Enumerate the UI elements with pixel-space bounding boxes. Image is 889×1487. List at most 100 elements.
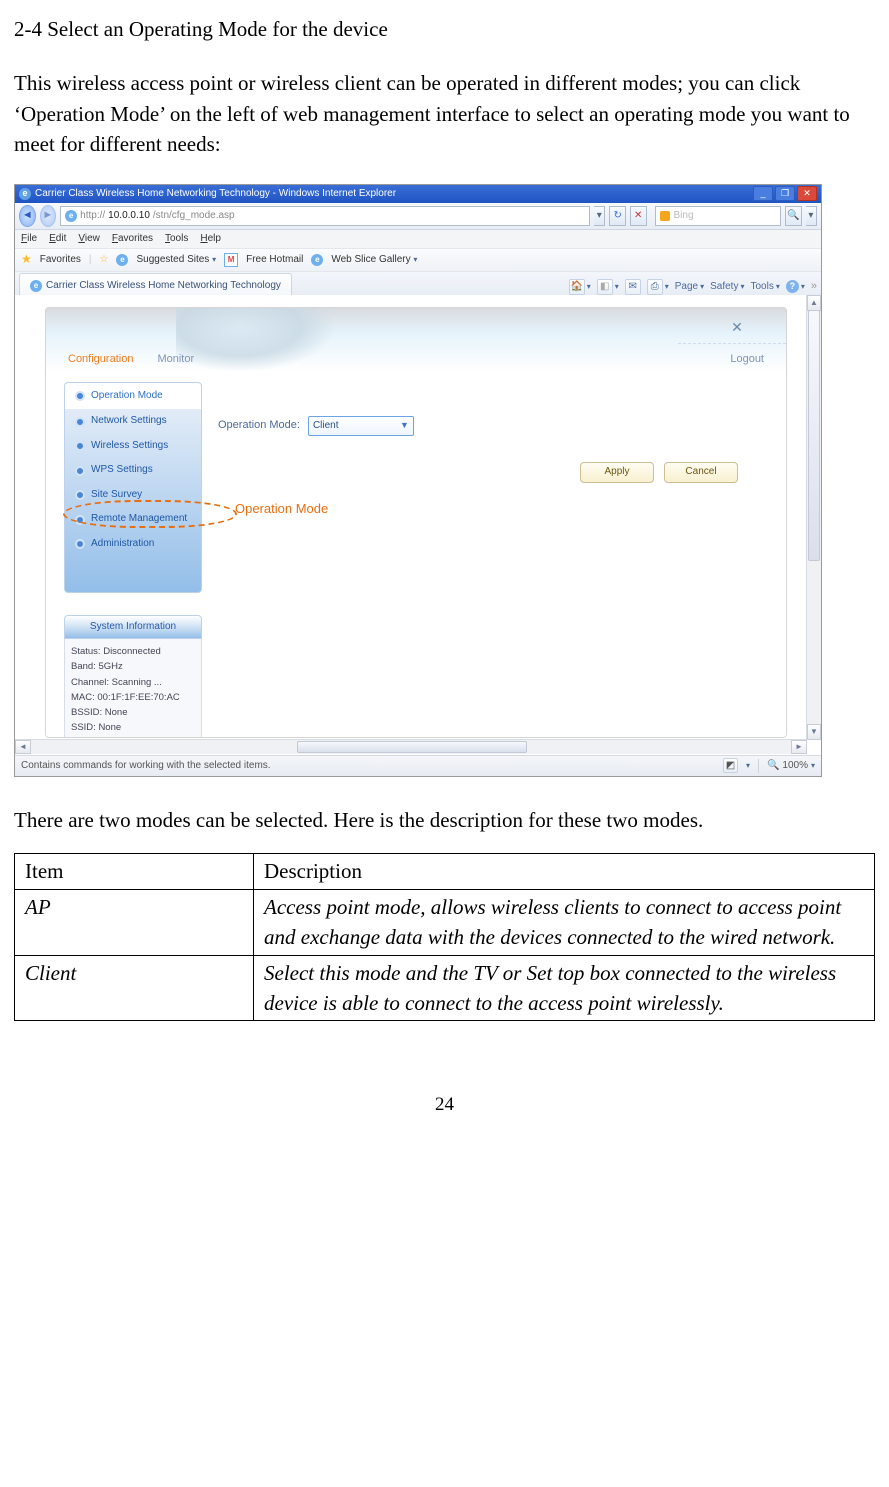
sidebar-item-administration[interactable]: Administration (65, 532, 201, 557)
bullet-icon (75, 441, 85, 451)
side-menu: Operation Mode Network Settings Wireless… (64, 382, 202, 594)
banner-close-icon[interactable]: ✕ (728, 318, 746, 336)
system-info-body: Status: Disconnected Band: 5GHz Channel:… (64, 639, 202, 738)
td-desc-client: Select this mode and the TV or Set top b… (254, 955, 875, 1021)
th-item: Item (15, 854, 254, 889)
url-dropdown[interactable]: ▾ (594, 206, 605, 226)
bullet-icon (75, 466, 85, 476)
separator: | (89, 253, 92, 268)
url-host: 10.0.0.10 (108, 209, 150, 224)
cancel-button[interactable]: Cancel (664, 462, 738, 483)
system-info-header: System Information (64, 615, 202, 639)
search-placeholder: Bing (674, 209, 694, 224)
menu-file[interactable]: File (21, 232, 37, 247)
zoom-dropdown[interactable]: ▾ (811, 760, 815, 772)
safety-menu[interactable]: Safety ▾ (710, 280, 744, 295)
operation-mode-label: Operation Mode: (218, 418, 300, 434)
hscroll-thumb[interactable] (297, 741, 527, 753)
back-button[interactable]: ◄ (19, 205, 36, 227)
free-hotmail-link[interactable]: Free Hotmail (246, 253, 303, 268)
menu-favorites[interactable]: Favorites (112, 232, 153, 247)
status-icon[interactable]: ◩ (723, 758, 738, 773)
bing-icon (660, 211, 670, 221)
search-dropdown[interactable]: ▾ (806, 206, 817, 226)
favorites-label[interactable]: Favorites (40, 253, 81, 268)
minimize-button[interactable]: _ (753, 186, 773, 201)
hotmail-icon: M (224, 253, 238, 267)
sidebar-item-network-settings[interactable]: Network Settings (65, 409, 201, 434)
menu-tools[interactable]: Tools (165, 232, 188, 247)
td-item-ap: AP (15, 889, 254, 955)
tab-page-icon: e (30, 280, 42, 292)
search-button[interactable]: 🔍 (785, 206, 802, 226)
url-scheme: http:// (80, 209, 105, 224)
scroll-thumb[interactable] (808, 310, 820, 561)
suggested-icon: e (116, 254, 128, 266)
horizontal-scrollbar[interactable]: ◄ ► (15, 739, 807, 754)
th-description: Description (254, 854, 875, 889)
webslice-icon: e (311, 254, 323, 266)
ie-icon: e (19, 188, 31, 200)
favbar-star-icon: ☆ (100, 253, 109, 268)
address-bar: ◄ ► e http://10.0.0.10/stn/cfg_mode.asp … (15, 203, 821, 230)
web-slice-link[interactable]: Web Slice Gallery ▾ (331, 253, 417, 268)
menu-edit[interactable]: Edit (49, 232, 66, 247)
maximize-button[interactable]: ❐ (775, 186, 795, 201)
url-field[interactable]: e http://10.0.0.10/stn/cfg_mode.asp (60, 206, 590, 226)
apply-button[interactable]: Apply (580, 462, 654, 483)
operation-mode-select[interactable]: Client ▼ (308, 416, 414, 436)
tools-menu[interactable]: Tools ▾ (750, 280, 779, 295)
logout-link[interactable]: Logout (730, 352, 764, 368)
refresh-button[interactable]: ↻ (609, 206, 626, 226)
sysinfo-image: Image version: 6.30.106 (71, 735, 195, 737)
tab-title: Carrier Class Wireless Home Networking T… (46, 279, 281, 294)
scroll-left-arrow[interactable]: ◄ (15, 740, 31, 754)
bullet-icon (75, 417, 85, 427)
sidebar-item-operation-mode[interactable]: Operation Mode (65, 383, 201, 410)
favorites-star-icon[interactable]: ★ (21, 251, 32, 268)
mail-icon[interactable]: ✉ (625, 279, 641, 295)
scroll-down-arrow[interactable]: ▼ (807, 724, 821, 740)
sysinfo-mac: MAC: 00:1F:1F:EE:70:AC (71, 690, 195, 705)
scroll-right-arrow[interactable]: ► (791, 740, 807, 754)
print-icon[interactable]: ⎙ (647, 279, 663, 295)
td-item-client: Client (15, 955, 254, 1021)
close-button[interactable]: ✕ (797, 186, 817, 201)
page-menu[interactable]: Page ▾ (675, 280, 704, 295)
status-text: Contains commands for working with the s… (21, 759, 271, 774)
stop-button[interactable]: ✕ (630, 206, 647, 226)
home-icon[interactable]: 🏠 (569, 279, 585, 295)
menu-view[interactable]: View (78, 232, 100, 247)
sysinfo-band: Band: 5GHz (71, 659, 195, 674)
search-field[interactable]: Bing (655, 206, 782, 226)
sysinfo-bssid: BSSID: None (71, 705, 195, 720)
sidebar-item-site-survey[interactable]: Site Survey (65, 483, 201, 508)
tab-configuration[interactable]: Configuration (68, 352, 133, 368)
sidebar-item-wireless-settings[interactable]: Wireless Settings (65, 434, 201, 459)
mode-description-table: Item Description AP Access point mode, a… (14, 853, 875, 1021)
banner: ✕ Configuration Monitor Logout (46, 308, 786, 372)
suggested-sites-link[interactable]: Suggested Sites ▾ (136, 253, 216, 268)
sysinfo-channel: Channel: Scanning ... (71, 675, 195, 690)
feeds-icon[interactable]: ◧ (597, 279, 613, 295)
vertical-scrollbar[interactable]: ▲ ▼ (806, 295, 821, 740)
content-frame: ▲ ▼ ◄ ► ✕ Configuration (15, 295, 821, 754)
zoom-icon[interactable]: 🔍 (767, 759, 779, 774)
menu-help[interactable]: Help (200, 232, 221, 247)
forward-button[interactable]: ► (40, 205, 57, 227)
tab-monitor[interactable]: Monitor (157, 352, 194, 368)
annotation-callout: Operation Mode (235, 500, 328, 519)
window-title: Carrier Class Wireless Home Networking T… (35, 187, 396, 202)
select-value: Client (313, 419, 339, 434)
screenshot: e Carrier Class Wireless Home Networking… (14, 184, 822, 777)
bullet-icon (75, 539, 85, 549)
sysinfo-status: Status: Disconnected (71, 644, 195, 659)
sidebar-item-wps-settings[interactable]: WPS Settings (65, 458, 201, 483)
page-number: 24 (14, 1091, 875, 1119)
sysinfo-ssid: SSID: None (71, 720, 195, 735)
help-icon[interactable]: ? (786, 280, 799, 293)
scroll-up-arrow[interactable]: ▲ (807, 295, 821, 311)
section-heading: 2-4 Select an Operating Mode for the dev… (14, 14, 875, 44)
sidebar-item-remote-management[interactable]: Remote Management (65, 507, 201, 532)
page-icon: e (65, 210, 77, 222)
